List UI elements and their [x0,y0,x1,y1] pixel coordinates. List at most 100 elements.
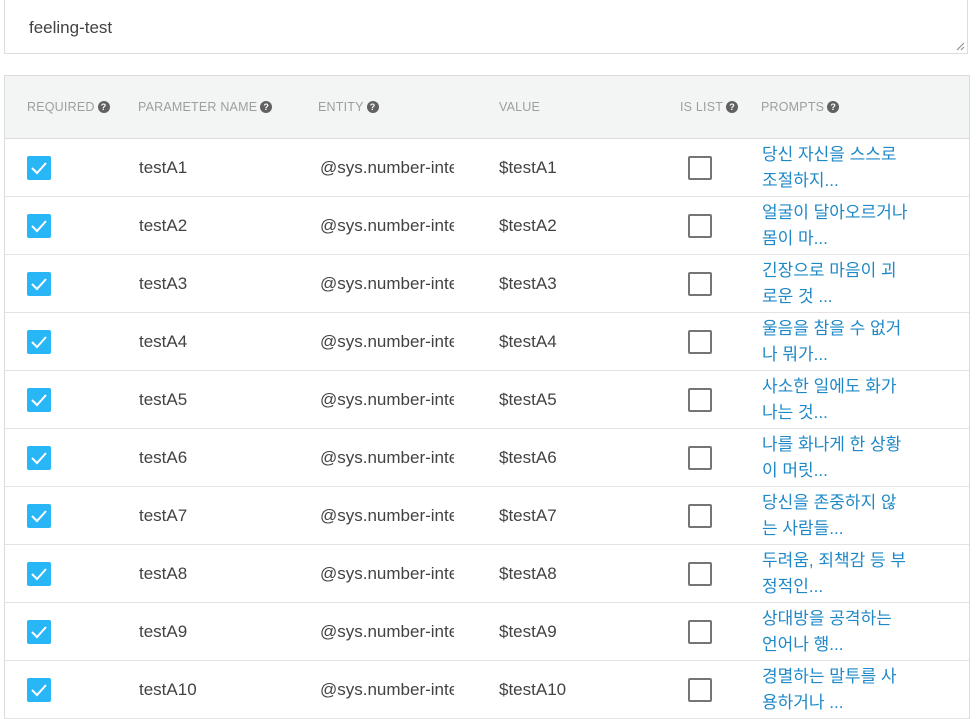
required-checkbox[interactable] [27,561,51,586]
is-list-checkbox[interactable] [688,561,712,586]
entity-input[interactable]: @sys.number-integer [320,255,454,312]
checkmark-icon [31,683,47,696]
value-input[interactable]: $testA6 [499,429,557,486]
resize-handle-icon[interactable] [955,41,965,51]
parameter-name-input[interactable]: testA5 [139,371,187,428]
entity-input[interactable]: @sys.number-integer [320,371,454,428]
intent-name-textarea[interactable]: feeling-test [4,0,968,54]
is-list-checkbox[interactable] [688,445,712,470]
checkmark-icon [31,161,47,174]
value-input[interactable]: $testA5 [499,371,557,428]
value-text: $testA8 [499,563,557,583]
checkmark-icon [31,625,47,638]
required-checkbox[interactable] [27,155,51,180]
checkmark-icon [31,335,47,348]
prompt-link[interactable]: 당신을 존중하지 않는 사람들... [762,490,912,542]
required-checkbox[interactable] [27,329,51,354]
table-row: testA3 @sys.number-integer $testA3 긴장으로 … [5,255,969,313]
parameter-name-text: testA1 [139,157,188,177]
parameter-name-text: testA5 [139,389,188,409]
entity-text: @sys.number-integer [320,331,454,351]
header-entity: ENTITY ? [318,76,452,138]
header-required-label: REQUIRED [27,100,95,114]
entity-input[interactable]: @sys.number-integer [320,545,454,602]
parameters-table: REQUIRED ? PARAMETER NAME ? ENTITY ? VAL… [4,75,970,719]
entity-input[interactable]: @sys.number-integer [320,313,454,370]
value-text: $testA7 [499,505,557,525]
is-list-checkbox[interactable] [688,677,712,702]
table-row: testA7 @sys.number-integer $testA7 당신을 존… [5,487,969,545]
is-list-checkbox[interactable] [688,271,712,296]
prompt-link[interactable]: 긴장으로 마음이 괴로운 것 ... [762,258,912,310]
parameter-name-text: testA2 [139,215,188,235]
entity-input[interactable]: @sys.number-integer [320,197,454,254]
parameter-name-input[interactable]: testA6 [139,429,187,486]
checkmark-icon [31,219,47,232]
prompt-cell: 당신 자신을 스스로 조절하지... [762,139,912,196]
value-input[interactable]: $testA9 [499,603,557,660]
required-checkbox[interactable] [27,213,51,238]
header-value: VALUE [499,76,540,138]
required-checkbox[interactable] [27,387,51,412]
value-text: $testA5 [499,389,557,409]
entity-input[interactable]: @sys.number-integer [320,603,454,660]
is-list-checkbox[interactable] [688,155,712,180]
is-list-checkbox[interactable] [688,503,712,528]
entity-input[interactable]: @sys.number-integer [320,487,454,544]
parameter-name-input[interactable]: testA10 [139,661,197,718]
parameter-name-input[interactable]: testA2 [139,197,187,254]
prompt-link[interactable]: 당신 자신을 스스로 조절하지... [762,142,912,194]
parameter-name-input[interactable]: testA3 [139,255,187,312]
required-checkbox[interactable] [27,677,51,702]
parameter-name-input[interactable]: testA4 [139,313,187,370]
is-list-cell [688,313,712,370]
question-circle-icon[interactable]: ? [827,101,840,113]
question-circle-icon[interactable]: ? [366,101,379,113]
is-list-checkbox[interactable] [688,329,712,354]
parameter-name-input[interactable]: testA9 [139,603,187,660]
is-list-checkbox[interactable] [688,387,712,412]
prompt-link[interactable]: 경멸하는 말투를 사용하거나 ... [762,664,912,716]
required-checkbox[interactable] [27,503,51,528]
prompt-link[interactable]: 얼굴이 달아오르거나 몸이 마... [762,200,912,252]
required-checkbox[interactable] [27,445,51,470]
required-checkbox[interactable] [27,271,51,296]
prompt-link[interactable]: 나를 화나게 한 상황이 머릿... [762,432,912,484]
prompt-cell: 두려움, 죄책감 등 부정적인... [762,545,912,602]
prompt-link[interactable]: 사소한 일에도 화가 나는 것... [762,374,912,426]
required-cell [27,371,51,428]
value-input[interactable]: $testA3 [499,255,557,312]
parameter-name-input[interactable]: testA7 [139,487,187,544]
entity-input[interactable]: @sys.number-integer [320,139,454,196]
parameter-name-input[interactable]: testA1 [139,139,187,196]
value-input[interactable]: $testA10 [499,661,566,718]
header-parameter-name-label: PARAMETER NAME [138,100,258,114]
prompt-link[interactable]: 두려움, 죄책감 등 부정적인... [762,548,912,600]
question-circle-icon[interactable]: ? [97,101,110,113]
question-circle-icon[interactable]: ? [726,101,739,113]
header-prompts: PROMPTS ? [761,76,911,138]
value-input[interactable]: $testA4 [499,313,557,370]
parameter-name-text: testA9 [139,621,188,641]
required-cell [27,661,51,718]
value-input[interactable]: $testA1 [499,139,557,196]
prompt-link[interactable]: 울음을 참을 수 없거나 뭐가... [762,316,912,368]
entity-input[interactable]: @sys.number-integer [320,661,454,718]
entity-input[interactable]: @sys.number-integer [320,429,454,486]
question-circle-icon[interactable]: ? [260,101,273,113]
is-list-checkbox[interactable] [688,619,712,644]
header-is-list-label: IS LIST [680,100,724,114]
value-text: $testA1 [499,157,557,177]
is-list-cell [688,661,712,718]
required-cell [27,545,51,602]
is-list-checkbox[interactable] [688,213,712,238]
value-input[interactable]: $testA7 [499,487,557,544]
parameter-name-input[interactable]: testA8 [139,545,187,602]
entity-text: @sys.number-integer [320,563,454,583]
required-cell [27,487,51,544]
is-list-cell [688,429,712,486]
value-input[interactable]: $testA8 [499,545,557,602]
required-checkbox[interactable] [27,619,51,644]
prompt-link[interactable]: 상대방을 공격하는 언어나 행... [762,606,912,658]
value-input[interactable]: $testA2 [499,197,557,254]
